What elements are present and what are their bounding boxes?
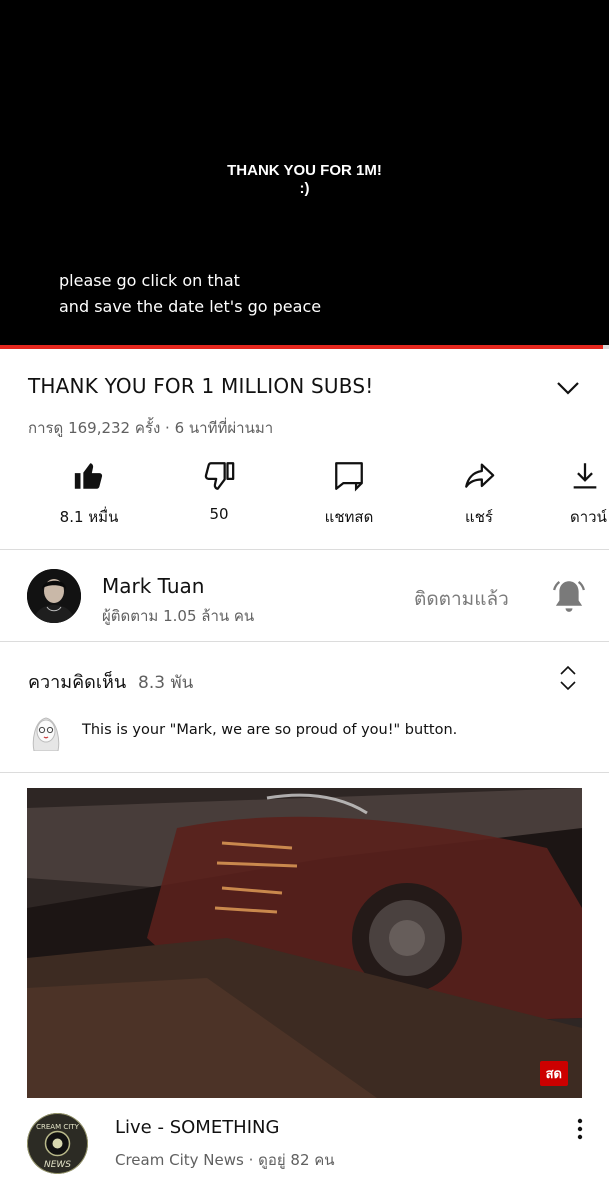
download-button[interactable]: ดาวน์	[554, 455, 609, 529]
video-player[interactable]: THANK YOU FOR 1M! :) please go click on …	[0, 0, 609, 345]
live-chat-button[interactable]: แชทสด	[294, 455, 404, 529]
like-count: 8.1 หมื่น	[59, 508, 119, 526]
dislike-count: 50	[209, 505, 229, 523]
news-logo-icon: CREAM CITY NEWS	[27, 1113, 88, 1174]
divider	[0, 641, 609, 642]
live-badge: สด	[539, 1061, 568, 1086]
video-progress-bar[interactable]	[0, 345, 609, 349]
like-button[interactable]: 8.1 หมื่น	[34, 455, 144, 529]
video-caption: please go click on that and save the dat…	[59, 268, 321, 320]
subscriber-count: ผู้ติดตาม 1.05 ล้าน คน	[102, 607, 255, 625]
overlay-smiley: :)	[299, 180, 310, 197]
download-icon	[573, 463, 597, 489]
comment-preview[interactable]: This is your "Mark, we are so proud of y…	[82, 722, 457, 738]
channel-name[interactable]: Mark Tuan	[102, 574, 204, 598]
commenter-avatar	[28, 711, 64, 752]
bell-icon	[553, 581, 585, 612]
video-title[interactable]: THANK YOU FOR 1 MILLION SUBS!	[28, 374, 373, 398]
unfold-icon	[560, 665, 576, 691]
thumbs-down-icon	[204, 462, 235, 490]
comments-label[interactable]: ความคิดเห็น	[28, 667, 126, 696]
action-bar: 8.1 หมื่น 50 แชทสด แชร์ ดาวน์	[0, 455, 609, 535]
expand-description-button[interactable]	[552, 374, 584, 402]
download-label: ดาวน์	[570, 508, 607, 526]
caption-line-1: please go click on that	[59, 271, 240, 290]
divider	[0, 549, 609, 550]
avatar-image	[27, 569, 81, 623]
divider	[0, 772, 609, 773]
cartoon-avatar-icon	[32, 717, 60, 752]
dislike-button[interactable]: 50	[164, 455, 274, 523]
next-channel-avatar[interactable]: CREAM CITY NEWS	[27, 1113, 88, 1174]
video-overlay-text: THANK YOU FOR 1M! :)	[0, 162, 609, 198]
share-button[interactable]: แชร์	[424, 455, 534, 529]
notification-bell-button[interactable]	[548, 576, 590, 618]
next-video-title[interactable]: Live - SOMETHING	[115, 1117, 279, 1138]
next-video-meta: Cream City News · ดูอยู่ 82 คน	[115, 1151, 335, 1169]
subscribed-button[interactable]: ติดตามแล้ว	[414, 584, 509, 614]
overlay-title: THANK YOU FOR 1M!	[227, 162, 382, 179]
logo-bottom-text: NEWS	[44, 1160, 71, 1170]
thumbs-up-icon	[74, 463, 103, 489]
share-icon	[465, 463, 495, 488]
next-video-thumbnail[interactable]: สด	[27, 788, 582, 1098]
live-chat-label: แชทสด	[324, 508, 374, 526]
caption-line-2: and save the date let's go peace	[59, 297, 322, 316]
more-options-button[interactable]	[570, 1116, 590, 1142]
share-label: แชร์	[465, 508, 493, 526]
channel-avatar[interactable]	[27, 569, 81, 623]
comments-expand-button[interactable]	[556, 664, 580, 692]
thumbnail-image	[27, 788, 582, 1098]
logo-top-text: CREAM CITY	[36, 1123, 79, 1131]
video-progress-fill	[0, 345, 603, 349]
chevron-down-icon	[557, 382, 579, 395]
more-vert-icon	[577, 1118, 583, 1140]
live-chat-icon	[335, 462, 363, 492]
video-meta: การดู 169,232 ครั้ง · 6 นาทีที่ผ่านมา	[28, 419, 274, 437]
comments-count: 8.3 พัน	[138, 673, 194, 693]
